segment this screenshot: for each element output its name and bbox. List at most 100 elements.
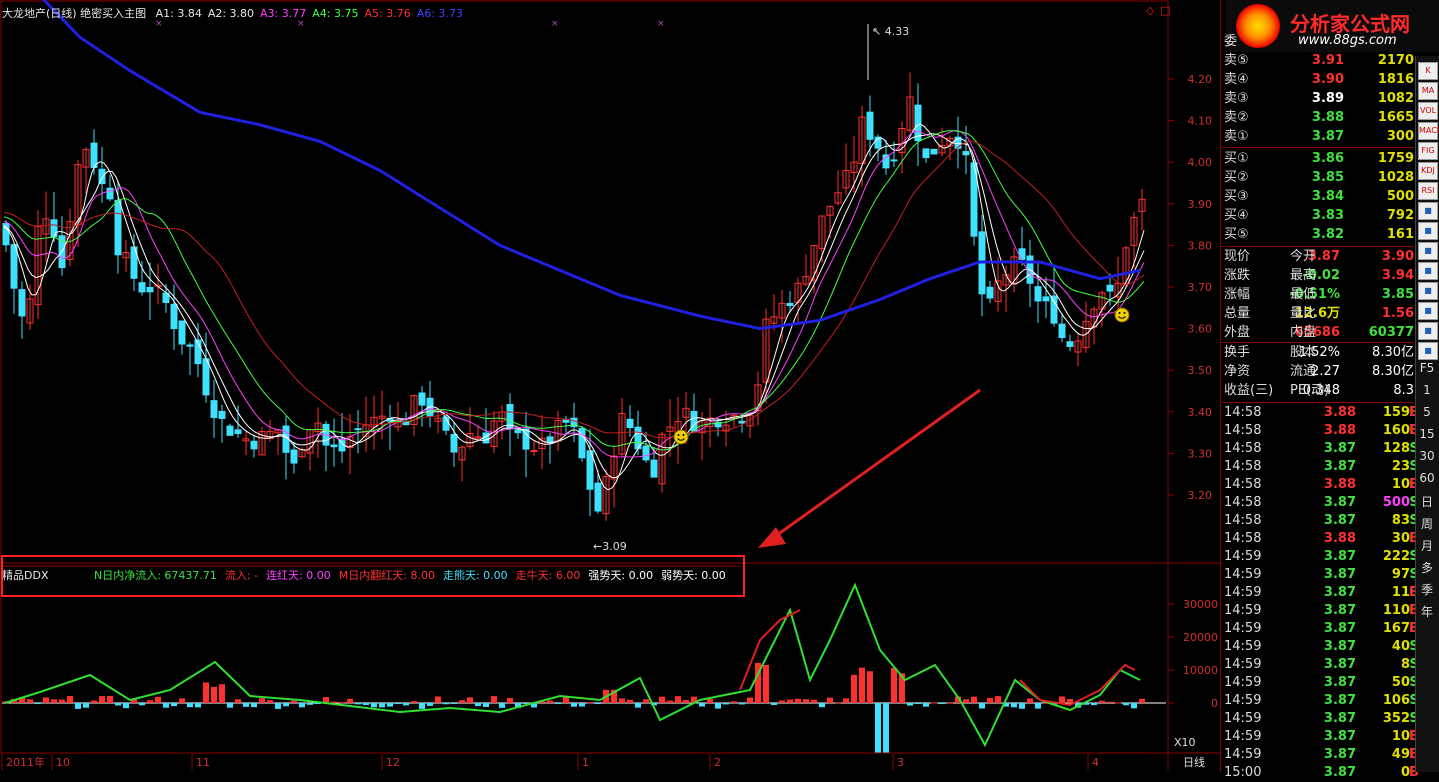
tick-volume: 11	[1391, 585, 1410, 600]
fund-label-2: 流通	[1290, 364, 1317, 379]
signal-marker: ×	[657, 19, 665, 29]
buy-level-label: 买③	[1224, 189, 1249, 204]
tick-time: 14:58	[1224, 441, 1262, 456]
toolbar-period-button[interactable]: 日	[1416, 493, 1438, 510]
ddx-bar-negative	[875, 703, 881, 753]
toolbar-fig-icon[interactable]: FIG	[1418, 142, 1438, 160]
ddx-bar-positive	[1139, 698, 1145, 703]
ddx-bar-negative	[1019, 703, 1025, 709]
candle-down	[514, 429, 522, 434]
tick-time: 14:59	[1224, 567, 1262, 582]
toolbar-period-button[interactable]: 30	[1416, 449, 1438, 463]
toolbar-period-button[interactable]: 年	[1416, 603, 1438, 620]
toolbar-period-button[interactable]: F5	[1416, 361, 1438, 375]
candle-down	[626, 418, 634, 429]
toolbar-tool-icon[interactable]: ■	[1418, 242, 1438, 260]
ddx-bar-positive	[763, 664, 769, 703]
toolbar-tool-icon[interactable]: ■	[1418, 262, 1438, 280]
toolbar-kdj-icon[interactable]: KDJ	[1418, 162, 1438, 180]
buy-level-price: 3.83	[1311, 208, 1344, 223]
ddx-bar-positive	[259, 698, 265, 703]
close-icon[interactable]: □	[1160, 4, 1170, 17]
toolbar-period-button[interactable]: 5	[1416, 405, 1438, 419]
period-label: 日线	[1183, 755, 1205, 769]
ddx-bar-positive	[667, 700, 673, 703]
ddx-bar-positive	[107, 695, 113, 703]
sell-level-price: 3.91	[1311, 53, 1344, 68]
stat-label: 涨幅	[1224, 287, 1251, 302]
toolbar-rsi-icon[interactable]: RSI	[1418, 182, 1438, 200]
ddx-bar-negative	[187, 703, 193, 708]
ma-value-4: A4: 3.75	[312, 7, 359, 20]
price-axis-label: 3.50	[1188, 364, 1213, 377]
ddx-bar-negative	[923, 703, 929, 707]
toolbar-period-button[interactable]: 60	[1416, 471, 1438, 485]
candle-down	[106, 187, 114, 200]
toolbar-tool-icon[interactable]: ■	[1418, 222, 1438, 240]
toolbar-ma-icon[interactable]: MA	[1418, 82, 1438, 100]
toolbar-tool-icon[interactable]: ■	[1418, 342, 1438, 360]
ddx-bar-negative	[115, 703, 121, 706]
price-axis-label: 3.30	[1188, 447, 1213, 460]
buy-level-volume: 161	[1386, 227, 1414, 242]
ddx-bar-positive	[235, 699, 241, 703]
toolbar-period-button[interactable]: 多	[1416, 559, 1438, 576]
toolbar-period-button[interactable]: 季	[1416, 581, 1438, 598]
buy-level-price: 3.85	[1311, 170, 1344, 185]
indicator-value-1: N日内净流入: 67437.71	[93, 569, 217, 582]
toolbar-k-icon[interactable]: K	[1418, 62, 1438, 80]
ddx-bar-positive	[91, 700, 97, 703]
toolbar-period-button[interactable]: 周	[1416, 515, 1438, 532]
toolbar-tool-icon[interactable]: ■	[1418, 282, 1438, 300]
ddx-bar-negative	[123, 703, 129, 709]
ddx-bar-negative	[699, 703, 705, 707]
ddx-bar-positive	[291, 700, 297, 703]
ddx-bar-negative	[939, 703, 945, 704]
ddx-bar-negative	[1011, 703, 1017, 708]
toolbar-macd-icon[interactable]: MACD	[1418, 122, 1439, 140]
site-logo: 分析家公式网 www.88gs.com	[1226, 0, 1439, 52]
ddx-bar-positive	[43, 697, 49, 703]
toolbar-period-button[interactable]: 15	[1416, 427, 1438, 441]
tick-time: 14:58	[1224, 477, 1262, 492]
toolbar-tool-icon[interactable]: ■	[1418, 322, 1438, 340]
ddx-bar-positive	[99, 696, 105, 703]
fund-value-2: 8.30亿	[1372, 345, 1414, 360]
ddx-bar-positive	[891, 668, 897, 703]
candle-up	[530, 450, 538, 453]
price-axis-label: 3.90	[1188, 198, 1213, 211]
toolbar-vol-icon[interactable]: VOL	[1418, 102, 1438, 120]
ddx-bar-positive	[971, 696, 977, 703]
toolbar-period-button[interactable]: 月	[1416, 537, 1438, 554]
tick-time: 14:58	[1224, 459, 1262, 474]
ddx-bar-negative	[715, 703, 721, 709]
ddx-bar-positive	[995, 696, 1001, 703]
date-axis-label: 10	[56, 756, 70, 769]
stat-label: 外盘	[1224, 325, 1251, 340]
ddx-bar-negative	[251, 703, 257, 708]
ddx-bar-negative	[451, 703, 457, 704]
chart-area[interactable]: 4.20 4.10 4.00 3.90 3.80 3.70 3.60 3.50 3.40 3.30…	[0, 0, 1220, 772]
toolbar-tool-icon[interactable]: ■	[1418, 302, 1438, 320]
tick-volume: 160	[1382, 423, 1410, 438]
ddx-bar-negative	[139, 703, 145, 706]
ddx-bar-negative	[1131, 703, 1137, 709]
candle-down	[1042, 296, 1050, 302]
toolbar-period-button[interactable]: 1	[1416, 383, 1438, 397]
candle-down	[1066, 341, 1074, 347]
tick-volume: 10	[1391, 477, 1410, 492]
tick-volume: 83	[1391, 513, 1410, 528]
tick-volume: 222	[1382, 549, 1410, 564]
tick-volume: 30	[1391, 531, 1410, 546]
ddx-bar-positive	[411, 701, 417, 703]
chart-frame	[0, 0, 1169, 754]
buy-level-label: 买②	[1224, 170, 1249, 185]
tick-volume: 352	[1382, 711, 1410, 726]
ddx-bar-negative	[499, 703, 505, 708]
tick-volume: 50	[1391, 675, 1410, 690]
toolbar-tool-icon[interactable]: ■	[1418, 202, 1438, 220]
tick-time: 14:59	[1224, 621, 1262, 636]
tick-time: 14:59	[1224, 657, 1262, 672]
tick-time: 14:59	[1224, 693, 1262, 708]
restore-icon[interactable]: ◇	[1146, 4, 1154, 17]
